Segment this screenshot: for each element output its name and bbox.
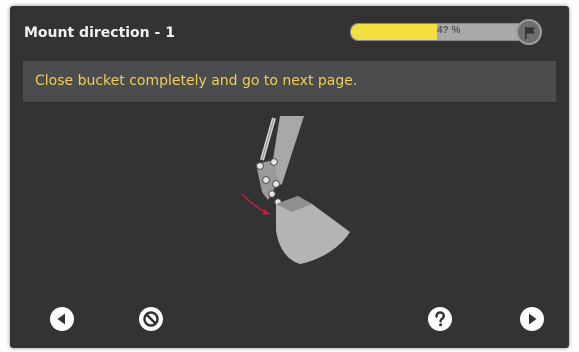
screen: Mount direction - 1 4? % Close bucket co…	[10, 6, 569, 348]
progress-label: 4? %	[437, 25, 461, 36]
next-icon	[529, 313, 537, 325]
progress-fill	[351, 24, 438, 40]
help-button[interactable]	[428, 307, 452, 331]
help-icon	[435, 311, 446, 327]
back-button[interactable]	[50, 307, 74, 331]
progress-bar: 4? %	[350, 23, 540, 41]
next-button[interactable]	[520, 307, 544, 331]
finish-flag-icon[interactable]	[516, 19, 542, 45]
excavator-bucket-illustration	[241, 116, 350, 264]
instruction-text: Close bucket completely and go to next p…	[35, 73, 358, 89]
page-title: Mount direction - 1	[24, 25, 175, 41]
cancel-icon	[143, 311, 159, 327]
instruction-banner: Close bucket completely and go to next p…	[23, 61, 556, 103]
cancel-button[interactable]	[139, 307, 163, 331]
back-icon	[57, 313, 65, 325]
